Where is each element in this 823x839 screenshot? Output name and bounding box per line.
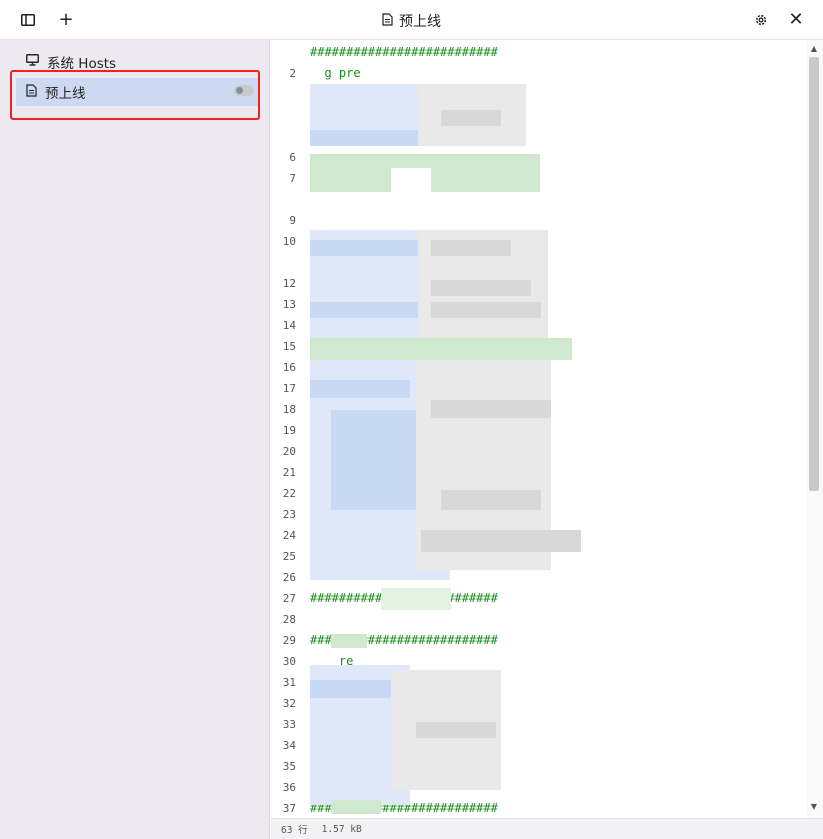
line-number: 13 <box>282 298 296 311</box>
line-number: 21 <box>282 466 296 479</box>
document-icon <box>382 12 393 30</box>
line-number: 24 <box>282 529 296 542</box>
line-number: 34 <box>282 739 296 752</box>
line-number: 31 <box>282 676 296 689</box>
file-size: 1.57 kB <box>321 823 362 835</box>
line-number: 36 <box>282 781 296 794</box>
code-line: g pre <box>310 66 361 80</box>
scroll-up-arrow-icon[interactable]: ▲ <box>810 45 818 53</box>
line-number: 29 <box>282 634 296 647</box>
line-number: 10 <box>282 235 296 248</box>
line-number: 17 <box>282 382 296 395</box>
code-line: ########################## <box>310 45 498 59</box>
line-number: 20 <box>282 445 296 458</box>
line-number: 7 <box>289 172 296 185</box>
status-bar: 63 行 1.57 kB <box>271 818 823 839</box>
line-number: 25 <box>282 550 296 563</box>
sidebar-item-label: 系统 Hosts <box>47 56 117 72</box>
line-number: 37 <box>282 802 296 815</box>
line-number: 22 <box>282 487 296 500</box>
line-number: 26 <box>282 571 296 584</box>
line-number: 32 <box>282 697 296 710</box>
line-number: 14 <box>282 319 296 332</box>
line-number: 23 <box>282 508 296 521</box>
line-number: 12 <box>282 277 296 290</box>
monitor-icon <box>26 54 39 70</box>
scrollbar-thumb[interactable] <box>809 57 819 491</box>
line-number: 30 <box>282 655 296 668</box>
line-number: 35 <box>282 760 296 773</box>
line-number: 28 <box>282 613 296 626</box>
hosts-editor[interactable]: 2 6 7 9 10 12 13 14 15 16 17 18 19 20 21 22 23 24 25 26 27 28… <box>271 40 823 818</box>
annotation-highlight-box <box>10 70 260 120</box>
gear-icon[interactable] <box>751 10 771 30</box>
sidebar: 系统 Hosts 预上线 <box>0 40 270 839</box>
line-number: 15 <box>282 340 296 353</box>
scroll-down-arrow-icon[interactable]: ▼ <box>810 803 818 811</box>
line-number: 33 <box>282 718 296 731</box>
line-number: 9 <box>289 214 296 227</box>
close-button[interactable]: ✕ <box>786 10 806 30</box>
page-title-text: 预上线 <box>399 14 441 30</box>
line-number: 18 <box>282 403 296 416</box>
title-bar: + 预上线 ✕ <box>0 0 823 40</box>
line-number: 16 <box>282 361 296 374</box>
line-count: 63 行 <box>281 825 308 836</box>
line-number: 2 <box>289 67 296 80</box>
line-number: 27 <box>282 592 296 605</box>
page-title: 预上线 <box>0 11 823 31</box>
line-number: 19 <box>282 424 296 437</box>
line-number: 6 <box>289 151 296 164</box>
